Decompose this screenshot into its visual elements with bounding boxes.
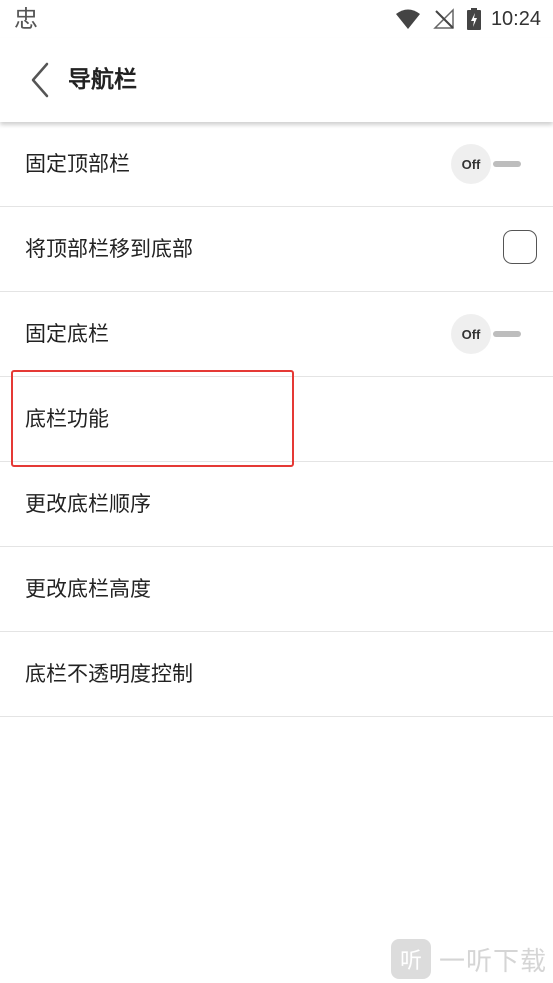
toggle-track: [493, 161, 521, 167]
setting-label: 固定底栏: [25, 322, 109, 346]
watermark-logo-icon: 听: [390, 939, 431, 979]
chevron-left-icon: [31, 62, 49, 98]
page-title: 导航栏: [68, 67, 137, 93]
wifi-icon: [395, 9, 420, 29]
app-bar: 导航栏: [0, 38, 553, 122]
status-icons: 10:24: [395, 4, 541, 34]
battery-charging-icon: [466, 8, 481, 30]
setting-change-bottom-bar-height[interactable]: 更改底栏高度: [0, 547, 553, 632]
setting-bottom-bar-functions[interactable]: 底栏功能: [0, 377, 553, 462]
clock-time: 10:24: [490, 7, 541, 30]
setting-change-bottom-bar-order[interactable]: 更改底栏顺序: [0, 462, 553, 547]
status-bar: 忠 10:24: [0, 0, 553, 38]
toggle-track: [493, 331, 521, 337]
fix-top-bar-toggle[interactable]: Off: [451, 144, 521, 184]
setting-label: 将顶部栏移到底部: [25, 237, 193, 261]
watermark-text: 一听下载: [438, 946, 547, 977]
toggle-knob: Off: [451, 144, 491, 184]
setting-label: 底栏功能: [25, 407, 109, 431]
watermark: 听 一听下载: [390, 939, 547, 979]
setting-move-top-bar-to-bottom[interactable]: 将顶部栏移到底部: [0, 207, 553, 292]
setting-label: 底栏不透明度控制: [25, 662, 193, 686]
app-notification-icon: 忠: [14, 5, 38, 33]
setting-label: 更改底栏高度: [25, 577, 151, 601]
back-button[interactable]: [20, 58, 60, 102]
fix-bottom-bar-toggle[interactable]: Off: [451, 314, 521, 354]
setting-bottom-bar-opacity[interactable]: 底栏不透明度控制: [0, 632, 553, 717]
no-signal-icon: [433, 8, 454, 29]
setting-label: 更改底栏顺序: [25, 492, 151, 516]
setting-label: 固定顶部栏: [25, 152, 130, 176]
setting-fix-bottom-bar[interactable]: 固定底栏 Off: [0, 292, 553, 377]
move-top-bar-checkbox[interactable]: [503, 230, 537, 264]
toggle-knob: Off: [451, 314, 491, 354]
settings-list: 固定顶部栏 Off 将顶部栏移到底部 固定底栏 Off 底栏功能 更改底栏顺序 …: [0, 122, 553, 717]
setting-fix-top-bar[interactable]: 固定顶部栏 Off: [0, 122, 553, 207]
